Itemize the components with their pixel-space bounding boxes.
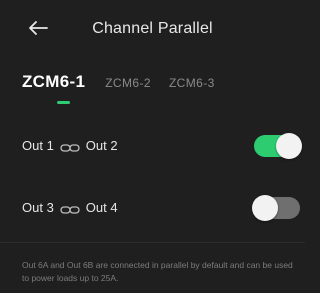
- channel-parallel-screen: Channel Parallel ZCM6-1 ZCM6-2 ZCM6-3 Ou…: [0, 0, 305, 293]
- tab-zcm6-1[interactable]: ZCM6-1: [22, 72, 85, 92]
- header: Channel Parallel: [0, 0, 305, 56]
- parallel-row-out1-out2: Out 1 Out 2: [0, 118, 305, 174]
- device-tabs: ZCM6-1 ZCM6-2 ZCM6-3: [22, 72, 233, 102]
- link-icon: [60, 141, 80, 152]
- page-title: Channel Parallel: [92, 20, 213, 37]
- divider: [0, 242, 305, 243]
- parallel-row-out3-out4: Out 3 Out 4: [0, 180, 305, 236]
- row-label: Out 3 Out 4: [22, 200, 118, 215]
- active-tab-indicator: [57, 101, 70, 104]
- parallel-toggle-out3-out4[interactable]: [252, 195, 300, 221]
- channel-left-label: Out 3: [22, 200, 54, 215]
- toggle-knob: [276, 133, 302, 159]
- tab-zcm6-2[interactable]: ZCM6-2: [105, 76, 151, 90]
- toggle-knob: [252, 195, 278, 221]
- parallel-toggle-out1-out2[interactable]: [254, 133, 302, 159]
- channel-right-label: Out 2: [85, 138, 118, 153]
- parallel-info-note: Out 6A and Out 6B are connected in paral…: [22, 260, 293, 283]
- tab-zcm6-3[interactable]: ZCM6-3: [169, 76, 215, 90]
- row-label: Out 1 Out 2: [22, 138, 118, 153]
- channel-right-label: Out 4: [85, 200, 118, 215]
- channel-left-label: Out 1: [22, 138, 54, 153]
- link-icon: [60, 203, 80, 214]
